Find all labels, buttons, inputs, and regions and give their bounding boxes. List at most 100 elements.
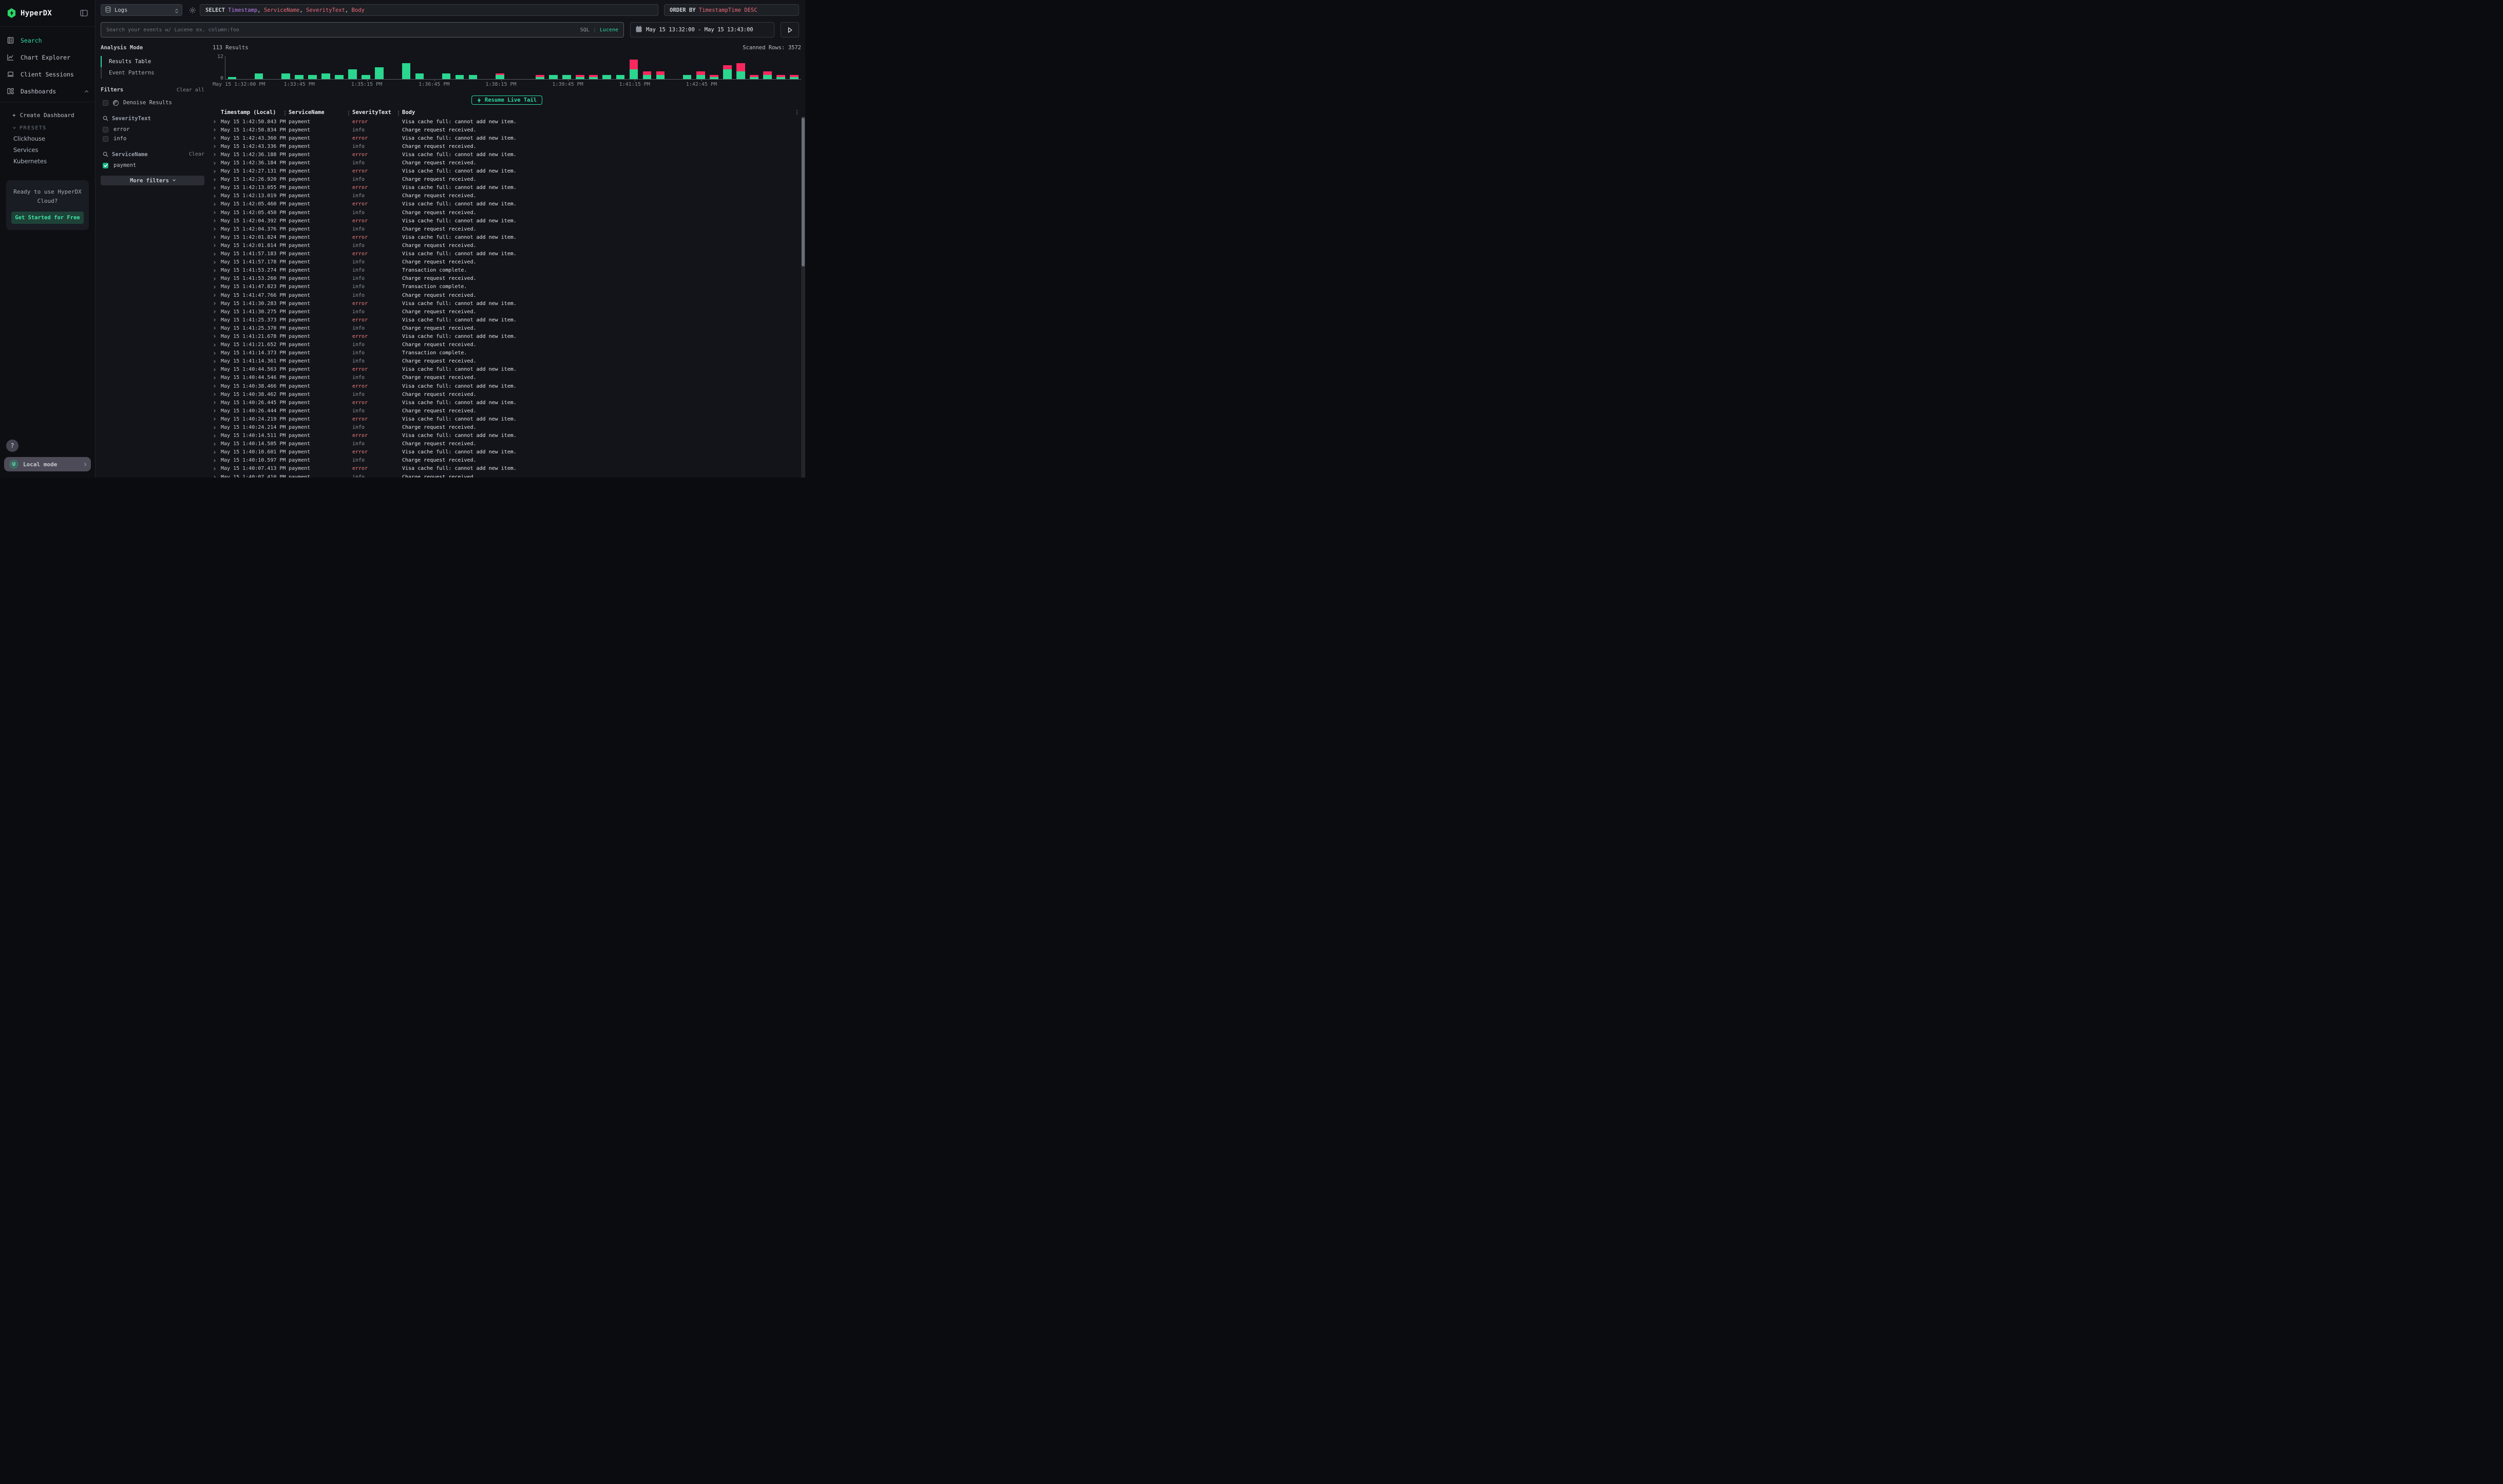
- row-expand-chevron-icon[interactable]: [211, 220, 218, 222]
- table-row[interactable]: May 15 1:42:36.188 PMpaymenterrorVisa ca…: [208, 150, 800, 159]
- table-row[interactable]: May 15 1:41:14.361 PMpaymentinfoCharge r…: [208, 357, 800, 366]
- table-row[interactable]: May 15 1:40:14.511 PMpaymenterrorVisa ca…: [208, 432, 800, 440]
- sidebar-item-client-sessions[interactable]: Client Sessions: [0, 66, 95, 83]
- row-expand-chevron-icon[interactable]: [211, 319, 218, 321]
- toggle-lucene[interactable]: Lucene: [600, 27, 618, 33]
- sidebar-item-dashboards[interactable]: Dashboards: [0, 83, 95, 100]
- row-expand-chevron-icon[interactable]: [211, 162, 218, 164]
- row-expand-chevron-icon[interactable]: [211, 410, 218, 412]
- gear-icon[interactable]: [189, 7, 196, 14]
- table-row[interactable]: May 15 1:42:50.834 PMpaymentinfoCharge r…: [208, 126, 800, 134]
- table-row[interactable]: May 15 1:40:38.466 PMpaymenterrorVisa ca…: [208, 382, 800, 390]
- clear-servicename-button[interactable]: Clear: [189, 151, 204, 157]
- create-dashboard-button[interactable]: + Create Dashboard: [0, 109, 95, 121]
- time-range-picker[interactable]: May 15 13:32:00 - May 15 13:43:00: [630, 22, 774, 37]
- row-expand-chevron-icon[interactable]: [211, 427, 218, 429]
- row-expand-chevron-icon[interactable]: [211, 212, 218, 214]
- clear-all-button[interactable]: Clear all: [177, 87, 204, 93]
- row-expand-chevron-icon[interactable]: [211, 137, 218, 139]
- row-expand-chevron-icon[interactable]: [211, 294, 218, 296]
- row-expand-chevron-icon[interactable]: [211, 352, 218, 354]
- table-row[interactable]: May 15 1:40:24.214 PMpaymentinfoCharge r…: [208, 423, 800, 431]
- row-expand-chevron-icon[interactable]: [211, 344, 218, 346]
- row-expand-chevron-icon[interactable]: [211, 228, 218, 230]
- row-expand-chevron-icon[interactable]: [211, 121, 218, 123]
- row-expand-chevron-icon[interactable]: [211, 311, 218, 313]
- table-options-menu-icon[interactable]: [797, 109, 798, 115]
- row-expand-chevron-icon[interactable]: [211, 451, 218, 453]
- table-row[interactable]: May 15 1:41:57.183 PMpaymenterrorVisa ca…: [208, 250, 800, 258]
- table-row[interactable]: May 15 1:40:38.462 PMpaymentinfoCharge r…: [208, 390, 800, 398]
- scrollbar-track[interactable]: [801, 117, 805, 478]
- denoise-checkbox[interactable]: [103, 100, 108, 106]
- tab-results-table[interactable]: Results Table: [101, 56, 204, 67]
- row-expand-chevron-icon[interactable]: [211, 443, 218, 445]
- table-row[interactable]: May 15 1:41:53.274 PMpaymentinfoTransact…: [208, 267, 800, 275]
- row-expand-chevron-icon[interactable]: [211, 360, 218, 363]
- table-row[interactable]: May 15 1:42:13.055 PMpaymenterrorVisa ca…: [208, 184, 800, 192]
- sidebar-item-chart-explorer[interactable]: Chart Explorer: [0, 49, 95, 66]
- checkbox-error[interactable]: [103, 127, 108, 132]
- table-row[interactable]: May 15 1:41:47.766 PMpaymentinfoCharge r…: [208, 291, 800, 299]
- row-expand-chevron-icon[interactable]: [211, 418, 218, 420]
- table-row[interactable]: May 15 1:41:53.260 PMpaymentinfoCharge r…: [208, 275, 800, 283]
- source-select[interactable]: Logs: [101, 4, 182, 16]
- checkbox-info[interactable]: [103, 136, 108, 142]
- row-expand-chevron-icon[interactable]: [211, 385, 218, 387]
- more-filters-button[interactable]: More filters: [101, 176, 204, 185]
- denoise-results-option[interactable]: Denoise Results: [101, 100, 204, 106]
- table-row[interactable]: May 15 1:40:44.563 PMpaymenterrorVisa ca…: [208, 366, 800, 374]
- column-header-severitytext[interactable]: SeverityText: [349, 109, 399, 116]
- table-row[interactable]: May 15 1:41:25.370 PMpaymentinfoCharge r…: [208, 324, 800, 332]
- table-row[interactable]: May 15 1:41:21.678 PMpaymenterrorVisa ca…: [208, 332, 800, 340]
- search-input[interactable]: Search your events w/ Lucene ex. column:…: [101, 22, 624, 37]
- table-row[interactable]: May 15 1:41:57.178 PMpaymentinfoCharge r…: [208, 258, 800, 267]
- table-row[interactable]: May 15 1:42:05.460 PMpaymenterrorVisa ca…: [208, 200, 800, 208]
- scrollbar-thumb[interactable]: [802, 118, 805, 267]
- table-row[interactable]: May 15 1:42:04.392 PMpaymenterrorVisa ca…: [208, 217, 800, 225]
- column-header-body[interactable]: Body: [399, 109, 805, 116]
- row-expand-chevron-icon[interactable]: [211, 468, 218, 470]
- table-row[interactable]: May 15 1:42:13.019 PMpaymentinfoCharge r…: [208, 192, 800, 200]
- row-expand-chevron-icon[interactable]: [211, 203, 218, 205]
- row-expand-chevron-icon[interactable]: [211, 170, 218, 173]
- table-row[interactable]: May 15 1:42:36.184 PMpaymentinfoCharge r…: [208, 159, 800, 167]
- column-header-servicename[interactable]: ServiceName: [286, 109, 349, 116]
- row-expand-chevron-icon[interactable]: [211, 369, 218, 371]
- column-separator[interactable]: [398, 110, 400, 116]
- table-row[interactable]: May 15 1:41:14.373 PMpaymentinfoTransact…: [208, 349, 800, 357]
- column-header-timestamp[interactable]: Timestamp (Local): [218, 109, 286, 116]
- row-expand-chevron-icon[interactable]: [211, 145, 218, 147]
- table-row[interactable]: May 15 1:41:30.275 PMpaymentinfoCharge r…: [208, 308, 800, 316]
- row-expand-chevron-icon[interactable]: [211, 253, 218, 255]
- table-row[interactable]: May 15 1:40:24.219 PMpaymenterrorVisa ca…: [208, 415, 800, 423]
- row-expand-chevron-icon[interactable]: [211, 154, 218, 156]
- row-expand-chevron-icon[interactable]: [211, 377, 218, 379]
- table-row[interactable]: May 15 1:42:43.336 PMpaymentinfoCharge r…: [208, 142, 800, 150]
- preset-services[interactable]: Services: [0, 144, 95, 156]
- row-expand-chevron-icon[interactable]: [211, 179, 218, 181]
- table-row[interactable]: May 15 1:40:44.546 PMpaymentinfoCharge r…: [208, 374, 800, 382]
- row-expand-chevron-icon[interactable]: [211, 435, 218, 437]
- user-menu[interactable]: U Local mode: [4, 457, 91, 471]
- row-expand-chevron-icon[interactable]: [211, 460, 218, 462]
- row-expand-chevron-icon[interactable]: [211, 261, 218, 263]
- table-row[interactable]: May 15 1:41:30.283 PMpaymenterrorVisa ca…: [208, 299, 800, 308]
- row-expand-chevron-icon[interactable]: [211, 195, 218, 197]
- select-query-input[interactable]: SELECT Timestamp, ServiceName, SeverityT…: [200, 4, 658, 16]
- get-started-button[interactable]: Get Started for Free: [11, 212, 84, 224]
- table-row[interactable]: May 15 1:40:14.505 PMpaymentinfoCharge r…: [208, 440, 800, 448]
- preset-kubernetes[interactable]: Kubernetes: [0, 156, 95, 167]
- help-button[interactable]: ?: [6, 440, 18, 452]
- table-row[interactable]: May 15 1:42:01.824 PMpaymenterrorVisa ca…: [208, 233, 800, 241]
- row-expand-chevron-icon[interactable]: [211, 278, 218, 280]
- sidebar-collapse-icon[interactable]: [80, 10, 88, 16]
- row-expand-chevron-icon[interactable]: [211, 402, 218, 404]
- resume-live-tail-button[interactable]: Resume Live Tail: [471, 96, 542, 105]
- tab-event-patterns[interactable]: Event Patterns: [101, 67, 204, 79]
- facet-option-info[interactable]: info: [101, 136, 204, 142]
- row-expand-chevron-icon[interactable]: [211, 244, 218, 246]
- row-expand-chevron-icon[interactable]: [211, 187, 218, 189]
- row-expand-chevron-icon[interactable]: [211, 393, 218, 395]
- row-expand-chevron-icon[interactable]: [211, 327, 218, 329]
